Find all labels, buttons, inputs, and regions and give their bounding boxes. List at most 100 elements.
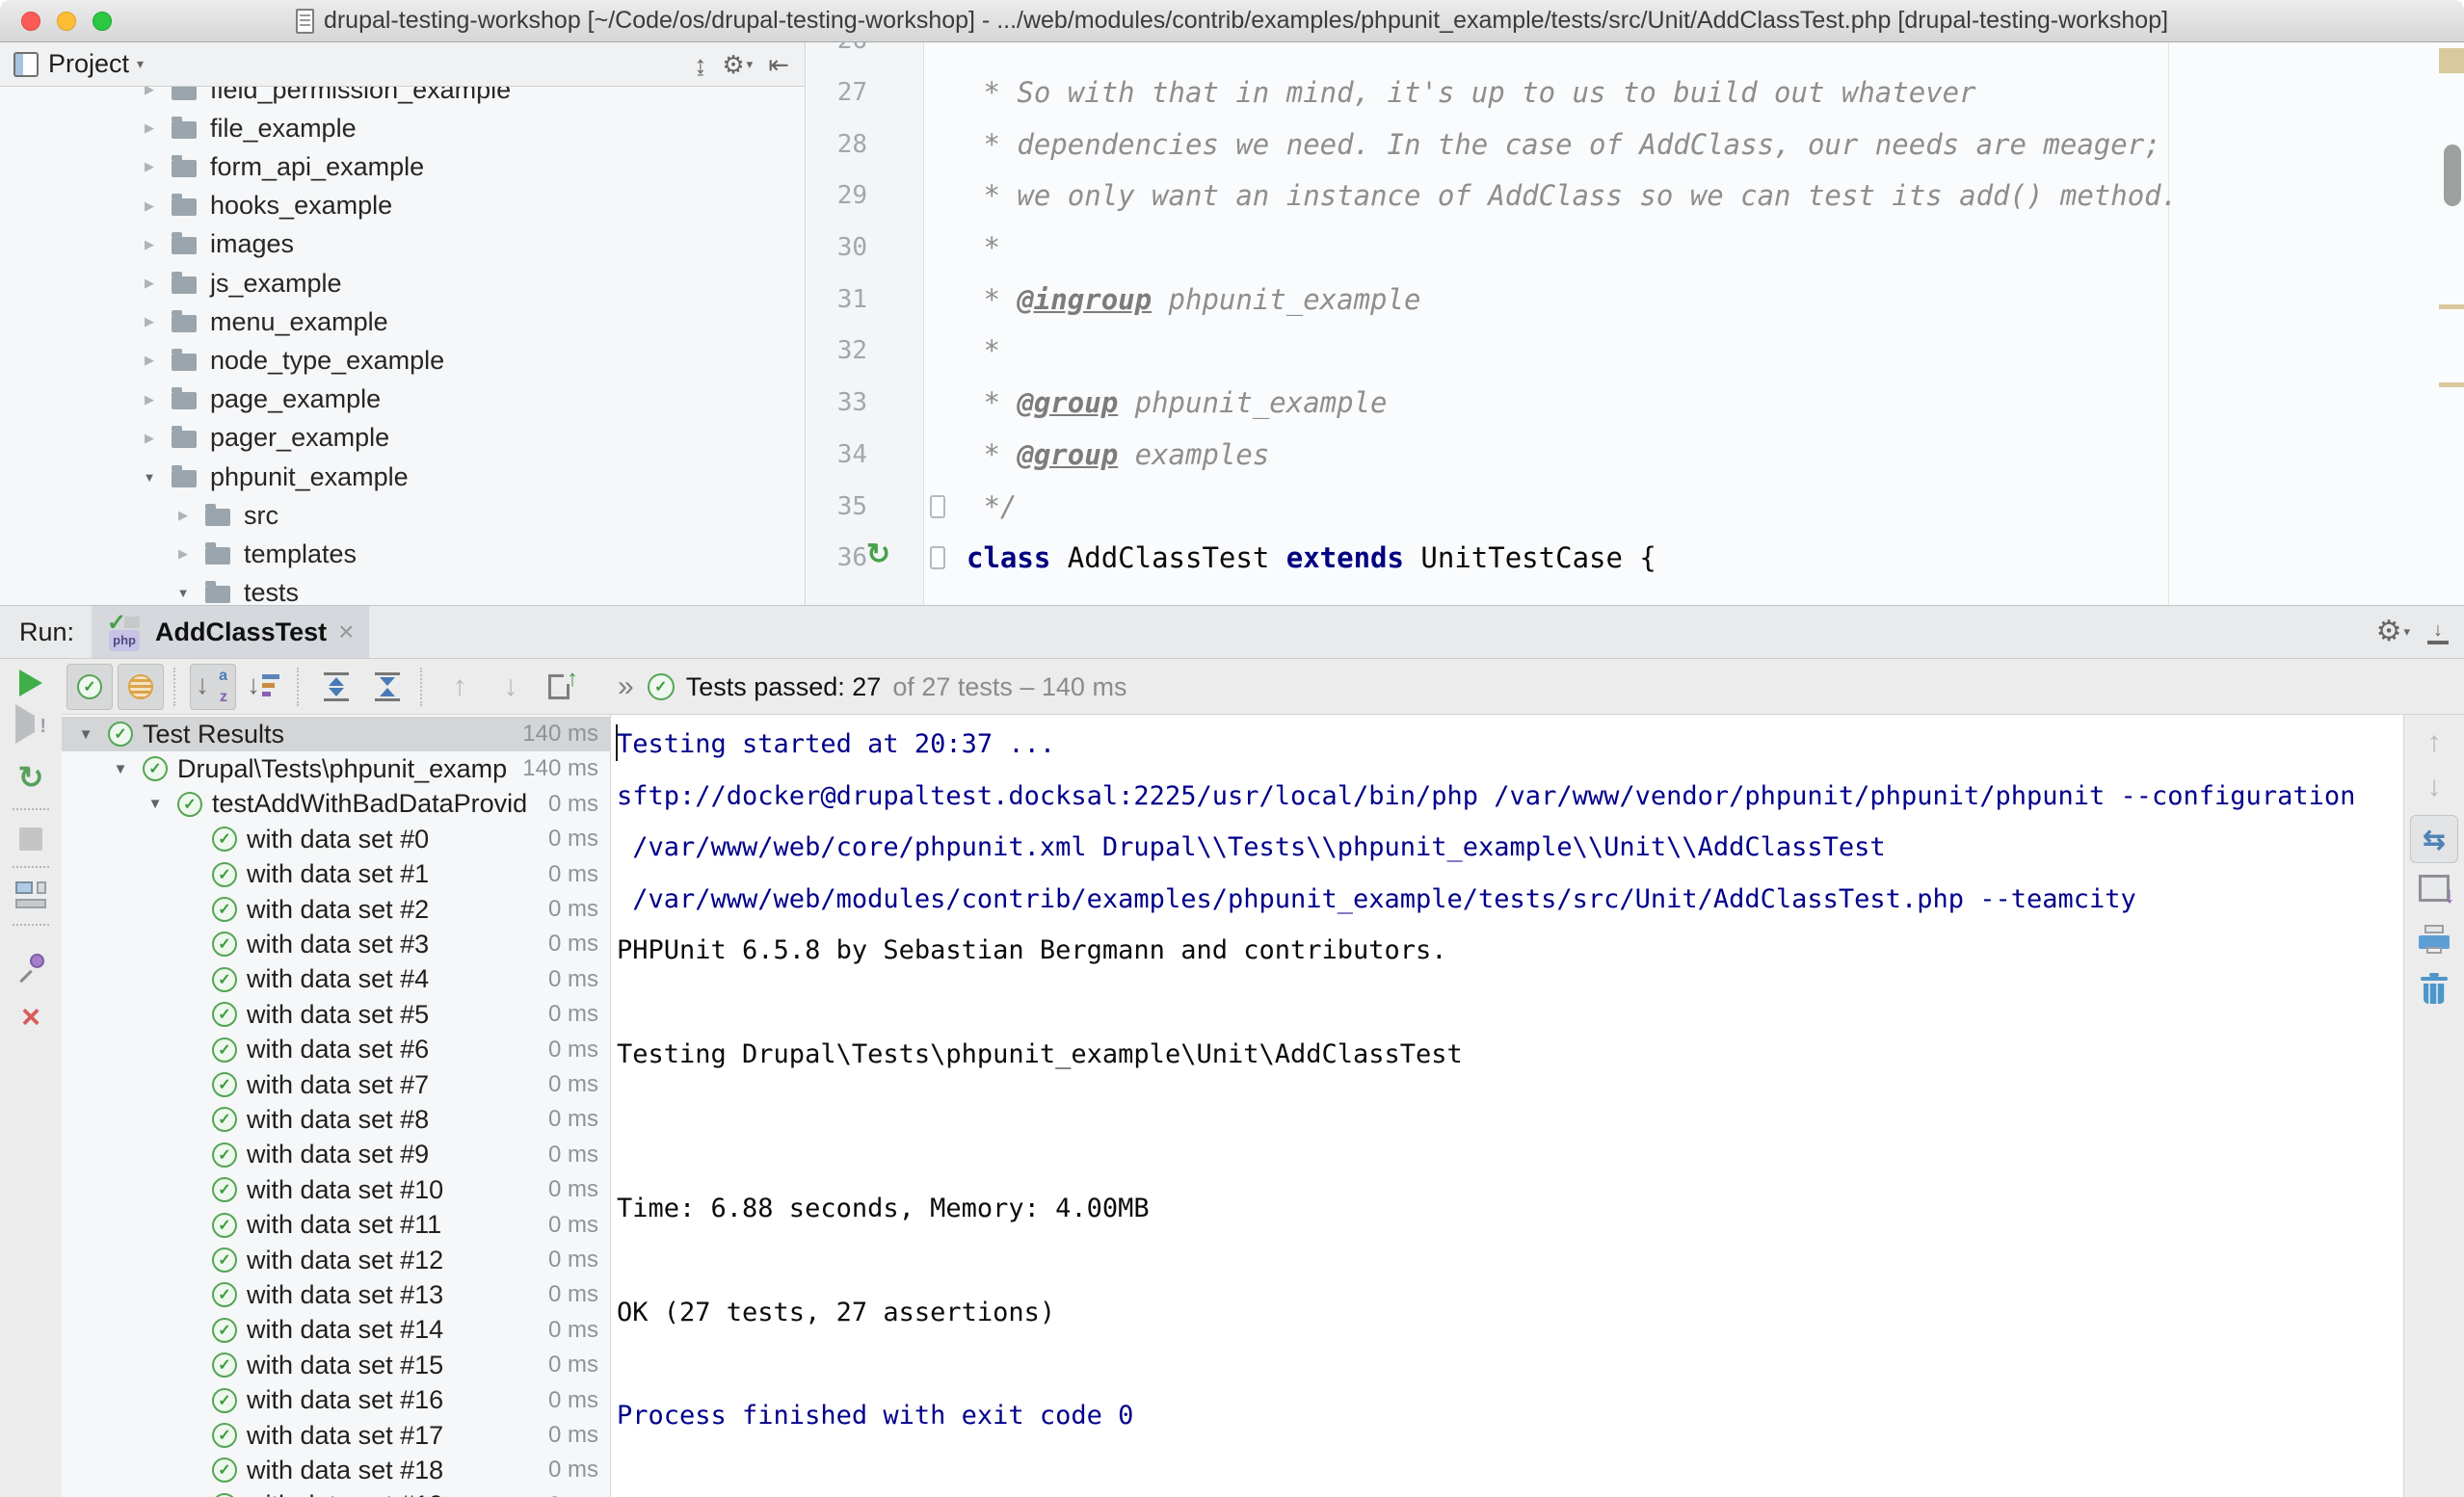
hide-panel-icon[interactable]: ⇤ [768, 52, 789, 77]
import-test-results-button[interactable]: ↑ [539, 664, 585, 710]
editor-scrollbar-thumb[interactable] [2444, 144, 2461, 206]
chevron-right-icon[interactable]: ▶ [135, 159, 164, 174]
test-tree-row[interactable]: ✓with data set #50 ms [62, 997, 610, 1032]
project-tree-item[interactable]: ▶page_example [0, 381, 805, 419]
run-console[interactable]: Testing started at 20:37 ...sftp://docke… [611, 715, 2403, 1497]
project-tree-item[interactable]: ▶form_api_example [0, 147, 805, 186]
test-tree-row[interactable]: ✓with data set #70 ms [62, 1067, 610, 1102]
test-tree-row[interactable]: ▼✓testAddWithBadDataProvid0 ms [62, 787, 610, 822]
code-line: 28 * dependencies we need. In the case o… [807, 118, 2464, 171]
project-tree-item[interactable]: ▶src [0, 496, 805, 535]
code-editor[interactable]: 26 27 * So with that in mind, it's up to… [807, 42, 2464, 605]
console-line [617, 977, 2403, 1029]
project-tree-label: pager_example [210, 423, 389, 453]
project-tree-item[interactable]: ▼phpunit_example [0, 458, 805, 496]
chevron-right-icon[interactable]: ▶ [135, 353, 164, 368]
collapse-all-button[interactable] [364, 664, 411, 710]
close-panel-button[interactable]: × [21, 1001, 40, 1034]
test-tree-row[interactable]: ✓with data set #90 ms [62, 1138, 610, 1172]
test-tree-row[interactable]: ✓with data set #170 ms [62, 1418, 610, 1453]
sort-alphabetically-button[interactable]: ↓az [190, 664, 236, 710]
rerun-failed-tests-button[interactable]: ! [15, 716, 46, 745]
project-tree-item[interactable]: ▶templates [0, 535, 805, 573]
chevron-right-icon[interactable]: ▶ [135, 198, 164, 214]
test-tree-row[interactable]: ✓with data set #00 ms [62, 822, 610, 856]
close-tab-icon[interactable]: × [338, 618, 354, 645]
soft-wrap-button[interactable]: ⇆ [2410, 815, 2458, 863]
chevron-right-icon[interactable]: ▶ [135, 87, 164, 97]
project-tree-item[interactable]: ▶menu_example [0, 302, 805, 341]
project-tree-item[interactable]: ▶hooks_example [0, 187, 805, 225]
print-icon[interactable] [2419, 925, 2450, 954]
test-tree-row[interactable]: ✓with data set #180 ms [62, 1453, 610, 1487]
chevron-right-icon[interactable]: ▶ [135, 276, 164, 291]
test-tree-row[interactable]: ✓with data set #160 ms [62, 1383, 610, 1418]
test-passed-icon: ✓ [212, 1458, 237, 1483]
scroll-up-icon[interactable]: ↑ [2427, 728, 2442, 757]
chevron-down-icon[interactable]: ▼ [135, 470, 164, 485]
minimize-window-button[interactable] [57, 12, 76, 31]
project-tree-item[interactable]: ▶node_type_example [0, 341, 805, 380]
stop-button[interactable] [19, 827, 42, 851]
chevron-right-icon[interactable]: ▶ [169, 546, 198, 562]
test-tree-row[interactable]: ▼✓Drupal\Tests\phpunit_examp140 ms [62, 751, 610, 786]
rerun-button[interactable] [19, 670, 42, 696]
test-tree-row[interactable]: ✓with data set #80 ms [62, 1102, 610, 1137]
project-tree-item[interactable]: ▶ field_permission_example [0, 87, 805, 109]
test-tree-row[interactable]: ✓with data set #130 ms [62, 1277, 610, 1312]
test-tree-row[interactable]: ✓with data set #10 ms [62, 857, 610, 892]
test-tree-row[interactable]: ✓with data set #20 ms [62, 892, 610, 927]
next-failed-test-button[interactable]: ↓ [488, 664, 534, 710]
restore-layout-button[interactable] [15, 881, 46, 908]
run-test-gutter-icon[interactable]: ↻ [866, 538, 890, 571]
pin-tab-button[interactable] [16, 953, 45, 982]
fold-marker-icon[interactable] [930, 546, 945, 569]
sort-by-duration-button[interactable]: ↓ [241, 664, 287, 710]
test-tree-row[interactable]: ✓with data set #190 ms [62, 1488, 610, 1497]
test-tree-row[interactable]: ✓with data set #30 ms [62, 927, 610, 961]
expand-all-button[interactable] [313, 664, 359, 710]
gear-icon[interactable]: ⚙▾ [2376, 617, 2410, 646]
chevron-down-icon[interactable]: ▼ [169, 586, 198, 600]
project-panel-title[interactable]: Project [48, 49, 129, 79]
scroll-to-end-button[interactable]: ↓ [2419, 875, 2450, 902]
zoom-window-button[interactable] [93, 12, 112, 31]
chevron-down-icon[interactable]: ▼ [69, 726, 102, 743]
test-tree-row[interactable]: ✓with data set #150 ms [62, 1348, 610, 1382]
test-tree-row[interactable]: ✓with data set #40 ms [62, 962, 610, 997]
chevron-right-icon[interactable]: ▶ [135, 392, 164, 407]
project-tree-item[interactable]: ▶ pager_example [0, 419, 805, 458]
fold-marker-icon[interactable] [930, 495, 945, 518]
project-tree-item[interactable]: ▼tests [0, 574, 805, 605]
toggle-auto-test-button[interactable]: ↻ [18, 762, 44, 793]
chevron-right-icon[interactable]: ▶ [135, 314, 164, 329]
show-ignored-button[interactable] [118, 664, 164, 710]
test-tree-row[interactable]: ✓with data set #100 ms [62, 1172, 610, 1207]
chevron-right-icon[interactable]: ▶ [135, 237, 164, 252]
scroll-down-icon[interactable]: ↓ [2427, 773, 2442, 801]
hide-panel-icon[interactable]: ↓ [2427, 620, 2449, 644]
collapse-all-icon[interactable]: ↨ [694, 52, 706, 77]
run-tab-addclasstest[interactable]: ✓ php AddClassTest × [92, 606, 369, 658]
chevron-right-icon[interactable]: ▶ [135, 120, 164, 136]
chevron-down-icon[interactable]: ▼ [104, 761, 137, 777]
test-tree-row[interactable]: ✓with data set #120 ms [62, 1243, 610, 1277]
chevron-right-icon[interactable]: ▶ [135, 431, 164, 446]
project-tree-label: field_permission_example [210, 87, 511, 105]
test-tree-row[interactable]: ✓with data set #60 ms [62, 1033, 610, 1067]
test-tree-row[interactable]: ✓with data set #140 ms [62, 1313, 610, 1348]
test-tree-row[interactable]: ✓with data set #110 ms [62, 1208, 610, 1243]
project-tree-item[interactable]: ▶images [0, 225, 805, 264]
gear-icon[interactable]: ⚙▾ [722, 52, 753, 77]
chevron-right-icon[interactable]: ▶ [169, 508, 198, 523]
close-window-button[interactable] [21, 12, 40, 31]
show-passed-button[interactable]: ✓ [66, 664, 113, 710]
chevron-down-icon[interactable]: ▼ [139, 796, 172, 812]
chevron-more-icon[interactable]: » [618, 670, 632, 703]
clear-all-icon[interactable] [2421, 973, 2448, 1004]
previous-failed-test-button[interactable]: ↑ [437, 664, 483, 710]
project-tree-item[interactable]: ▶file_example [0, 109, 805, 147]
test-tree-row[interactable]: ▼✓Test Results140 ms [62, 717, 610, 751]
project-tree-item[interactable]: ▶js_example [0, 264, 805, 302]
chevron-down-icon[interactable]: ▾ [137, 56, 144, 72]
